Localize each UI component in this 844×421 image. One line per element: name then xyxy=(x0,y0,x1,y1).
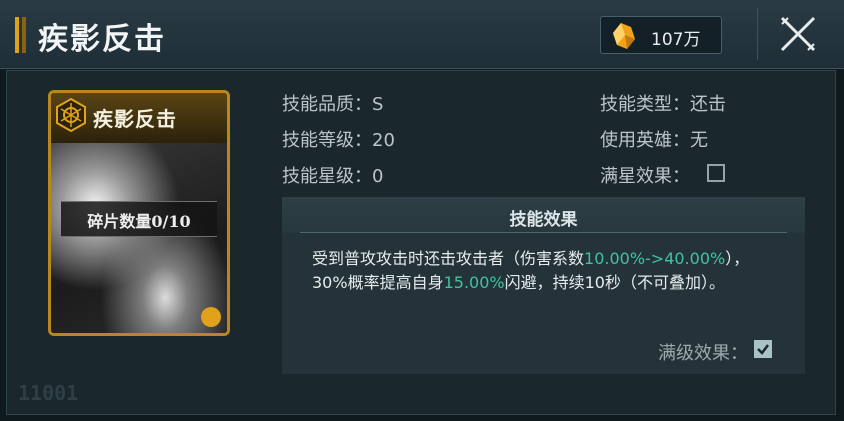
crystal-icon xyxy=(613,23,635,49)
full-level-checkbox[interactable] xyxy=(754,340,772,358)
stat-hero: 使用英雄：无 xyxy=(600,126,708,152)
fragment-count: 碎片数量0/10 xyxy=(87,212,191,231)
stat-hero-value: 无 xyxy=(690,130,708,151)
fragment-count-bar: 碎片数量0/10 xyxy=(61,201,217,237)
skill-card: 疾影反击 碎片数量0/10 xyxy=(48,90,230,336)
header-bar: 疾影反击 107万 xyxy=(0,0,844,69)
stat-level-value: 20 xyxy=(372,130,395,151)
divider xyxy=(300,232,787,233)
close-icon xyxy=(780,16,816,52)
watermark-text: 11001 xyxy=(18,381,79,405)
skill-effect-description: 受到普攻攻击时还击攻击者（伤害系数10.00%->40.00%），30%概率提高… xyxy=(312,247,782,295)
max-star-checkbox[interactable] xyxy=(707,164,725,182)
stat-max-star: 满星效果： xyxy=(600,162,690,188)
stat-star-label: 技能星级： xyxy=(282,166,372,187)
effect-text-1: 受到普攻攻击时还击攻击者（伤害系数 xyxy=(312,249,585,268)
full-level-label: 满级效果： xyxy=(658,343,748,364)
effect-highlight-1: 10.00%->40.00% xyxy=(584,249,726,268)
stat-level: 技能等级：20 xyxy=(282,126,395,152)
stat-quality: 技能品质：S xyxy=(282,90,383,116)
stat-level-label: 技能等级： xyxy=(282,130,372,151)
title-mark-icon xyxy=(15,17,27,53)
stat-quality-label: 技能品质： xyxy=(282,94,372,115)
page-title: 疾影反击 xyxy=(38,22,166,57)
skill-card-name: 疾影反击 xyxy=(93,107,177,131)
stat-star: 技能星级：0 xyxy=(282,162,383,188)
stat-type: 技能类型：还击 xyxy=(600,90,726,116)
stat-hero-label: 使用英雄： xyxy=(600,130,690,151)
effect-highlight-2: 15.00% xyxy=(443,273,505,292)
skill-effect-title: 技能效果 xyxy=(509,210,578,230)
stat-star-value: 0 xyxy=(372,166,384,187)
currency-display[interactable]: 107万 xyxy=(600,16,722,54)
stat-type-label: 技能类型： xyxy=(600,94,690,115)
stat-type-value: 还击 xyxy=(690,94,726,115)
stat-max-star-label: 满星效果： xyxy=(600,166,690,187)
currency-value: 107万 xyxy=(651,30,701,50)
check-icon xyxy=(757,344,769,355)
fist-icon xyxy=(201,307,221,327)
close-button[interactable] xyxy=(757,8,838,60)
effect-text-3: 闪避，持续10秒（不可叠加）。 xyxy=(504,273,725,292)
skill-effect-header: 技能效果 xyxy=(282,197,805,233)
hexagon-emblem-icon xyxy=(56,97,86,133)
stat-quality-value: S xyxy=(372,94,384,115)
